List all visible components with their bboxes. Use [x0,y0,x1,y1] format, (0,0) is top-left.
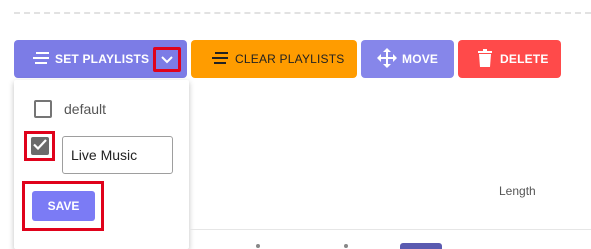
move-button[interactable]: MOVE [361,40,454,78]
delete-label: DELETE [500,52,549,66]
chevron-down-icon [161,55,173,64]
delete-button[interactable]: DELETE [458,40,561,78]
list-icon [212,51,228,67]
save-button[interactable]: SAVE [32,191,95,221]
clear-playlists-button[interactable]: CLEAR PLAYLISTS [191,40,357,78]
thumbnail-peek [400,243,442,249]
row-dot [344,244,348,248]
playlist-option-label: default [64,101,107,117]
set-playlists-label: SET PLAYLISTS [55,52,150,66]
list-icon [33,51,49,67]
table-divider [189,229,591,230]
playlist-option-default[interactable]: default [34,100,106,118]
move-arrows-icon [377,47,397,71]
new-playlist-checkbox-highlight [24,131,55,161]
trash-icon [478,48,492,70]
checkmark-icon [32,137,47,155]
playlist-dropdown: default SAVE [14,80,189,249]
save-button-highlight: SAVE [22,181,104,231]
new-playlist-checkbox[interactable] [30,137,49,155]
clear-playlists-label: CLEAR PLAYLISTS [235,52,345,66]
playlist-dropdown-toggle[interactable] [153,47,181,72]
move-label: MOVE [402,52,439,66]
row-dot [256,244,260,248]
unchecked-checkbox[interactable] [34,100,52,118]
dashed-divider [14,0,591,14]
length-column-header[interactable]: Length [499,184,536,198]
new-playlist-name-input[interactable] [62,136,173,174]
